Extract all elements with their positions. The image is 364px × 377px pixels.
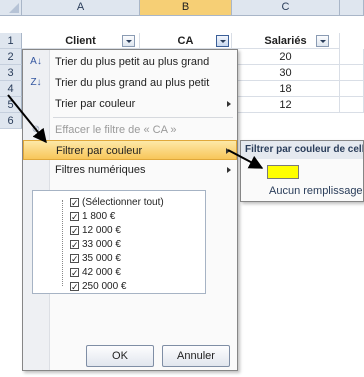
checkbox-label: (Sélectionner tout) — [82, 197, 164, 208]
checkbox-label: 42 000 € — [82, 267, 121, 278]
cell-d4[interactable] — [340, 81, 364, 97]
cell-c5[interactable]: 12 — [232, 97, 340, 113]
sort-by-color-label: Trier par couleur — [55, 98, 136, 110]
ok-button[interactable]: OK — [86, 345, 154, 367]
menu-item-filter-by-color[interactable]: Filtrer par couleur — [23, 140, 237, 160]
header-salaries-label: Salariés — [264, 35, 307, 47]
checkbox-checked-icon — [70, 266, 79, 280]
checkbox-checked-icon — [70, 252, 79, 266]
corner-triangle-icon — [9, 3, 19, 13]
column-header-a[interactable]: A — [22, 0, 140, 16]
filter-dropdown-ca[interactable] — [216, 35, 229, 47]
tree-connector-line — [62, 200, 63, 286]
filter-by-color-submenu: Filtrer par couleur de cell Aucun rempli… — [240, 140, 364, 202]
menu-item-sort-ascending[interactable]: A↓ Trier du plus petit au plus grand — [23, 52, 237, 72]
clear-filter-icon: ⊘ — [31, 124, 41, 135]
menu-item-sort-descending[interactable]: Z↓ Trier du plus grand au plus petit — [23, 73, 237, 93]
sort-descending-label: Trier du plus grand au plus petit — [55, 77, 210, 89]
checkbox-label: 35 000 € — [82, 253, 121, 264]
column-header-b[interactable]: B — [140, 0, 232, 16]
header-ca-label: CA — [177, 35, 194, 47]
row-header-4[interactable]: 4 — [0, 81, 22, 97]
cell-c4[interactable]: 18 — [232, 81, 340, 97]
checkbox-checked-icon — [70, 238, 79, 252]
menu-item-sort-by-color[interactable]: Trier par couleur — [23, 94, 237, 114]
clear-filter-label: Effacer le filtre de « CA » — [55, 124, 177, 136]
no-fill-option[interactable]: Aucun remplissage — [269, 185, 363, 197]
column-header-c[interactable]: C — [232, 0, 340, 16]
select-all-corner[interactable] — [0, 0, 22, 16]
number-filters-label: Filtres numériques — [55, 164, 146, 176]
header-client-label: Client — [65, 35, 96, 47]
row-header-2[interactable]: 2 — [0, 49, 22, 65]
menu-item-number-filters[interactable]: Filtres numériques — [23, 160, 237, 180]
row-header-3[interactable]: 3 — [0, 65, 22, 81]
menu-separator — [53, 117, 233, 118]
column-header-d[interactable] — [340, 0, 364, 16]
row-header-6[interactable]: 6 — [0, 113, 22, 129]
submenu-title: Filtrer par couleur de cell — [241, 141, 363, 159]
sort-ascending-label: Trier du plus petit au plus grand — [55, 56, 210, 68]
cell-c2[interactable]: 20 — [232, 49, 340, 65]
row-header-5[interactable]: 5 — [0, 97, 22, 113]
submenu-arrow-icon — [227, 167, 231, 173]
filter-dropdown-client[interactable] — [122, 35, 135, 47]
color-swatch-yellow[interactable] — [267, 165, 299, 179]
sort-descending-icon: Z↓ — [30, 77, 42, 88]
checkbox-label: 250 000 € — [82, 281, 127, 292]
cell-d3[interactable] — [340, 65, 364, 81]
filter-dropdown-salaries[interactable] — [316, 35, 329, 47]
cancel-button[interactable]: Annuler — [162, 345, 230, 367]
checkbox-checked-icon — [70, 196, 79, 210]
sort-ascending-icon: A↓ — [30, 56, 42, 67]
cell-c3[interactable]: 30 — [232, 65, 340, 81]
checkbox-label: 1 800 € — [82, 211, 116, 222]
checkbox-checked-icon — [70, 210, 79, 224]
checkbox-checked-icon — [70, 280, 79, 294]
checkbox-label: 33 000 € — [82, 239, 121, 250]
submenu-arrow-icon — [226, 148, 230, 154]
checkbox-label: 12 000 € — [82, 225, 121, 236]
cell-d5[interactable] — [340, 97, 364, 113]
row-header-1[interactable]: 1 — [0, 33, 22, 49]
checkbox-checked-icon — [70, 224, 79, 238]
cell-d2[interactable] — [340, 49, 364, 65]
submenu-arrow-icon — [227, 101, 231, 107]
filter-by-color-label: Filtrer par couleur — [56, 145, 143, 157]
menu-item-clear-filter: ⊘ Effacer le filtre de « CA » — [23, 120, 237, 140]
